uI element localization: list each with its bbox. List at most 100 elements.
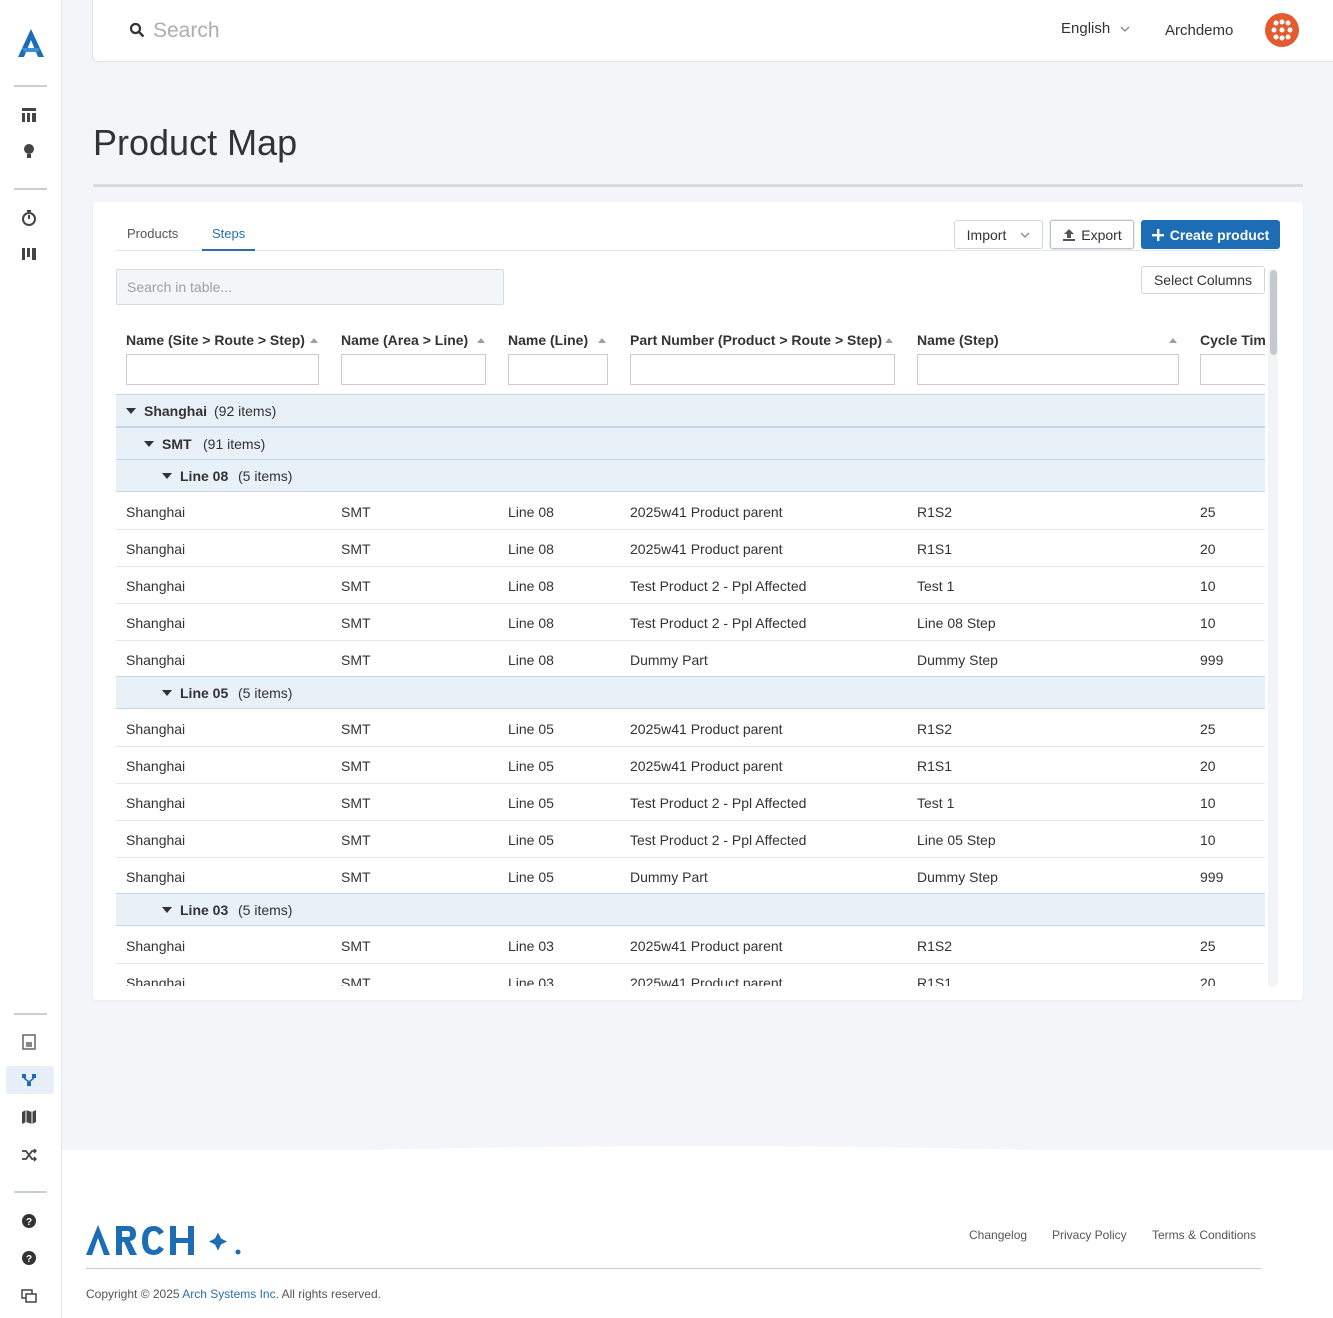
table-cell: SMT <box>341 615 371 631</box>
column-header[interactable]: Name (Step) <box>917 332 999 348</box>
table-cell: Shanghai <box>126 541 186 557</box>
upload-icon <box>1063 228 1076 241</box>
dashboard-icon[interactable] <box>18 104 40 126</box>
avatar[interactable] <box>1265 13 1299 47</box>
table-row[interactable]: Shanghai SMT Line 08 Dummy Part Dummy Step 99… <box>116 641 1265 678</box>
product-map-icon[interactable] <box>18 1069 40 1091</box>
group-row[interactable]: Line 08 (5 items) <box>116 459 1265 492</box>
table-cell: 2025w41 Product parent <box>630 721 783 737</box>
sort-up-icon[interactable] <box>477 338 485 343</box>
create-product-button[interactable]: Create product <box>1141 220 1280 249</box>
column-filter-input[interactable] <box>341 354 486 385</box>
table-cell: Line 08 <box>508 578 554 594</box>
table-row[interactable]: Shanghai SMT Line 08 Test Product 2 - Ppl A… <box>116 567 1265 604</box>
table-cell: Line 08 <box>508 541 554 557</box>
column-header[interactable]: Name (Site > Route > Step) <box>126 332 305 348</box>
chat-icon[interactable] <box>18 1285 40 1307</box>
group-name: SMT <box>162 436 192 452</box>
table-cell: Line 03 <box>508 975 554 986</box>
plus-icon <box>1151 228 1164 241</box>
table-cell: Shanghai <box>126 795 186 811</box>
privacy-policy-link[interactable]: Privacy Policy <box>1052 1228 1127 1242</box>
export-button[interactable]: Export <box>1050 220 1134 249</box>
caret-down-icon[interactable] <box>144 441 154 447</box>
table-row[interactable]: Shanghai SMT Line 05 Test Product 2 - Ppl A… <box>116 784 1265 821</box>
table-cell: 10 <box>1200 578 1216 594</box>
column-filter-input[interactable] <box>917 354 1179 385</box>
table-row[interactable]: Shanghai SMT Line 05 2025w41 Product parent… <box>116 747 1265 784</box>
caret-down-icon[interactable] <box>162 473 172 479</box>
table-cell: Shanghai <box>126 578 186 594</box>
table-cell: Dummy Part <box>630 869 708 885</box>
copyright: Copyright © 2025 Arch Systems Inc. All r… <box>86 1287 381 1301</box>
table-cell: 25 <box>1200 504 1216 520</box>
arch-logo-icon[interactable] <box>14 26 48 60</box>
caret-down-icon[interactable] <box>126 408 136 414</box>
global-search-input[interactable] <box>153 16 653 46</box>
column-filter-input[interactable] <box>630 354 895 385</box>
sidebar: ? ? <box>0 0 62 1318</box>
table-scrollbar-track[interactable] <box>1268 269 1278 987</box>
table-cell: Line 08 <box>508 652 554 668</box>
map-icon[interactable] <box>18 1106 40 1128</box>
group-row[interactable]: Line 05 (5 items) <box>116 676 1265 709</box>
table-row[interactable]: Shanghai SMT Line 08 2025w41 Product parent… <box>116 530 1265 567</box>
help-icon[interactable]: ? <box>18 1210 40 1232</box>
columns-icon[interactable] <box>18 243 40 265</box>
column-filter-input[interactable] <box>508 354 608 385</box>
table-cell: SMT <box>341 578 371 594</box>
table-row[interactable]: Shanghai SMT Line 08 2025w41 Product parent… <box>116 493 1265 530</box>
support-icon[interactable]: ? <box>18 1247 40 1269</box>
changelog-link[interactable]: Changelog <box>969 1228 1027 1242</box>
table-cell: 10 <box>1200 615 1216 631</box>
sort-up-icon[interactable] <box>310 338 318 343</box>
caret-down-icon[interactable] <box>162 907 172 913</box>
terms-link[interactable]: Terms & Conditions <box>1152 1228 1256 1242</box>
footer-wave-shape <box>62 1146 1333 1160</box>
table-scrollbar-thumb[interactable] <box>1270 270 1277 355</box>
group-row[interactable]: Line 03 (5 items) <box>116 893 1265 926</box>
column-filter-input[interactable] <box>126 354 319 385</box>
table-cell: 10 <box>1200 832 1216 848</box>
shuffle-icon[interactable] <box>18 1144 40 1166</box>
table-row[interactable]: Shanghai SMT Line 03 2025w41 Product parent… <box>116 964 1265 986</box>
sort-up-icon[interactable] <box>885 338 893 343</box>
table-cell: SMT <box>341 938 371 954</box>
language-label: English <box>1061 20 1111 37</box>
lightbulb-icon[interactable] <box>18 140 40 162</box>
report-icon[interactable] <box>18 1031 40 1053</box>
group-row[interactable]: Shanghai (92 items) <box>116 394 1265 427</box>
column-header[interactable]: Name (Area > Line) <box>341 332 468 348</box>
sort-up-icon[interactable] <box>1169 338 1177 343</box>
stopwatch-icon[interactable] <box>18 207 40 229</box>
copyright-suffix: All rights reserved. <box>278 1287 381 1301</box>
group-row[interactable]: SMT (91 items) <box>116 427 1265 460</box>
table-row[interactable]: Shanghai SMT Line 03 2025w41 Product parent… <box>116 927 1265 964</box>
column-header[interactable]: Cycle Time <box>1200 332 1265 348</box>
search-icon <box>129 22 145 38</box>
caret-down-icon[interactable] <box>162 690 172 696</box>
column-filter-input[interactable] <box>1200 354 1265 385</box>
sidebar-divider <box>14 188 47 190</box>
table-search-input[interactable] <box>116 269 504 305</box>
column-header[interactable]: Name (Line) <box>508 332 588 348</box>
sort-up-icon[interactable] <box>598 338 606 343</box>
arch-wordmark-logo[interactable] <box>86 1222 246 1258</box>
tab-steps[interactable]: Steps <box>202 226 256 251</box>
product-map-card: Products Steps Import Export Create prod… <box>93 202 1303 1000</box>
table-cell: Dummy Step <box>917 869 998 885</box>
select-columns-button[interactable]: Select Columns <box>1141 266 1265 294</box>
table-row[interactable]: Shanghai SMT Line 05 2025w41 Product parent… <box>116 710 1265 747</box>
import-dropdown-button[interactable]: Import <box>954 220 1043 249</box>
language-selector[interactable]: English <box>1061 20 1130 37</box>
user-name[interactable]: Archdemo <box>1165 22 1233 39</box>
table-cell: Test Product 2 - Ppl Affected <box>630 795 807 811</box>
table-cell: SMT <box>341 758 371 774</box>
table-row[interactable]: Shanghai SMT Line 08 Test Product 2 - Ppl A… <box>116 604 1265 641</box>
table-row[interactable]: Shanghai SMT Line 05 Dummy Part Dummy Step 99… <box>116 858 1265 895</box>
tab-products[interactable]: Products <box>127 226 178 250</box>
table-row[interactable]: Shanghai SMT Line 05 Test Product 2 - Ppl A… <box>116 821 1265 858</box>
column-header[interactable]: Part Number (Product > Route > Step) <box>630 332 882 348</box>
company-link[interactable]: Arch Systems Inc. <box>182 1287 279 1301</box>
table-cell: R1S2 <box>917 721 953 737</box>
